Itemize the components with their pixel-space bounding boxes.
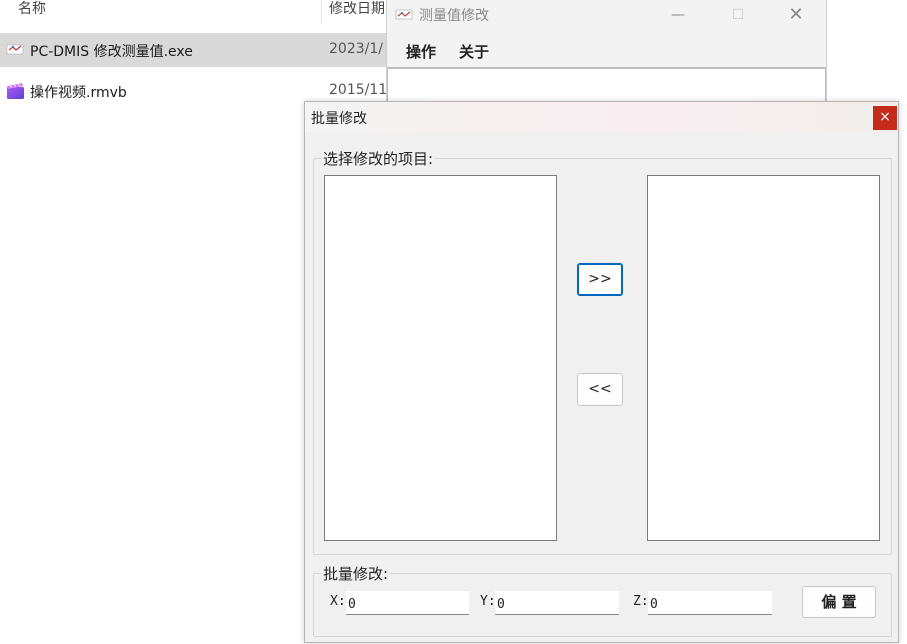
x-label: X: bbox=[330, 594, 346, 609]
column-divider[interactable] bbox=[321, 0, 322, 24]
minimize-button[interactable]: — bbox=[655, 0, 701, 32]
z-label: Z: bbox=[633, 594, 649, 609]
select-items-group-label: 选择修改的项目: bbox=[321, 148, 436, 169]
maximize-button[interactable]: ☐ bbox=[715, 0, 761, 32]
close-icon: ✕ bbox=[788, 4, 804, 25]
menu-about[interactable]: 关于 bbox=[459, 41, 489, 62]
dialog-title: 批量修改 bbox=[311, 111, 367, 127]
batch-modify-group-label: 批量修改: bbox=[321, 563, 391, 584]
dialog-titlebar[interactable]: 批量修改 × bbox=[305, 102, 898, 132]
app-icon bbox=[395, 9, 413, 20]
file-name: PC-DMIS 修改测量值.exe bbox=[30, 44, 193, 60]
close-button[interactable]: ✕ bbox=[773, 0, 819, 32]
menu-operate[interactable]: 操作 bbox=[406, 41, 436, 62]
column-header-modified[interactable]: 修改日期 bbox=[329, 0, 385, 24]
file-row-exe[interactable]: PC-DMIS 修改测量值.exe 2023/1/ bbox=[0, 33, 400, 67]
offset-button[interactable]: 偏 置 bbox=[802, 586, 876, 618]
minimize-icon: — bbox=[671, 7, 685, 23]
video-file-icon bbox=[7, 83, 24, 99]
main-window-titlebar[interactable]: 测量值修改 — ☐ ✕ bbox=[387, 0, 826, 32]
batch-modify-dialog: 批量修改 × 选择修改的项目: >> << 批量修改: X: Y: Z: 偏 置 bbox=[304, 101, 899, 643]
menu-bar: 操作 关于 bbox=[387, 33, 826, 68]
dialog-close-button[interactable]: × bbox=[873, 106, 897, 130]
file-date: 2023/1/ bbox=[329, 41, 383, 57]
column-header-name[interactable]: 名称 bbox=[18, 0, 46, 24]
selected-items-list[interactable] bbox=[647, 175, 880, 541]
close-icon: × bbox=[879, 109, 891, 125]
app-exe-icon bbox=[6, 44, 24, 55]
main-window-title: 测量值修改 bbox=[419, 8, 489, 24]
file-date: 2015/11 bbox=[329, 82, 388, 98]
remove-items-button[interactable]: << bbox=[577, 373, 623, 406]
y-label: Y: bbox=[480, 594, 496, 609]
z-offset-input[interactable] bbox=[648, 591, 772, 615]
x-offset-input[interactable] bbox=[346, 591, 469, 615]
add-items-button[interactable]: >> bbox=[577, 263, 623, 296]
y-offset-input[interactable] bbox=[495, 591, 619, 615]
file-name: 操作视频.rmvb bbox=[30, 85, 127, 101]
available-items-list[interactable] bbox=[324, 175, 557, 541]
maximize-icon: ☐ bbox=[731, 7, 745, 23]
